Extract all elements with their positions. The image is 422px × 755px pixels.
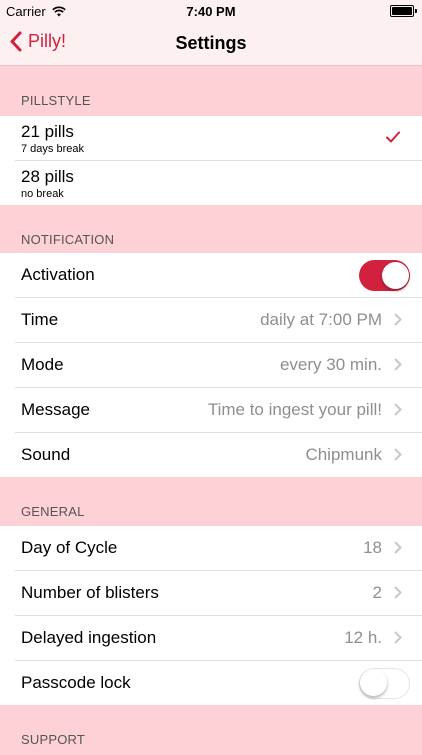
section-title: GENERAL xyxy=(21,504,85,519)
row-label: Delayed ingestion xyxy=(21,628,157,647)
chevron-right-icon xyxy=(394,541,402,554)
section-title: SUPPORT xyxy=(21,732,86,747)
section-header-support: SUPPORT xyxy=(0,705,422,755)
row-label: Time xyxy=(21,310,59,329)
option-sublabel: no break xyxy=(21,188,64,200)
chevron-right-icon xyxy=(394,448,402,461)
notification-group: Activation Time daily at 7:00 PM Mode ev… xyxy=(0,253,422,477)
chevron-right-icon xyxy=(394,586,402,599)
time-row[interactable]: Time daily at 7:00 PM xyxy=(15,298,422,343)
status-bar: Carrier 7:40 PM xyxy=(0,0,422,22)
status-time: 7:40 PM xyxy=(186,4,236,19)
navigation-bar: Pilly! Settings xyxy=(0,22,422,66)
chevron-right-icon xyxy=(394,358,402,371)
row-value: daily at 7:00 PM xyxy=(260,310,382,329)
row-label: Passcode lock xyxy=(21,673,131,692)
checkmark-icon xyxy=(386,131,400,143)
option-label: 28 pills xyxy=(21,167,74,186)
page-title: Settings xyxy=(175,33,247,53)
pillstyle-group: 21 pills 7 days break 28 pills no break xyxy=(0,116,422,205)
section-header-general: GENERAL xyxy=(0,477,422,527)
chevron-right-icon xyxy=(394,403,402,416)
section-title: NOTIFICATION xyxy=(21,232,115,247)
pillstyle-option-21[interactable]: 21 pills 7 days break xyxy=(15,116,422,161)
delayed-ingestion-row[interactable]: Delayed ingestion 12 h. xyxy=(15,616,422,661)
passcode-row: Passcode lock xyxy=(15,661,422,706)
row-label: Activation xyxy=(21,265,95,284)
sound-row[interactable]: Sound Chipmunk xyxy=(15,433,422,478)
option-label: 21 pills xyxy=(21,122,74,141)
blisters-row[interactable]: Number of blisters 2 xyxy=(15,571,422,616)
activation-row: Activation xyxy=(15,253,422,298)
option-sublabel: 7 days break xyxy=(21,143,84,155)
row-label: Sound xyxy=(21,445,71,464)
row-value: Time to ingest your pill! xyxy=(207,400,382,419)
section-header-pillstyle: PILLSTYLE xyxy=(0,66,422,116)
row-value: 12 h. xyxy=(344,628,382,647)
chevron-right-icon xyxy=(394,631,402,644)
day-of-cycle-row[interactable]: Day of Cycle 18 xyxy=(15,526,422,571)
row-label: Day of Cycle xyxy=(21,538,118,557)
row-value: every 30 min. xyxy=(279,355,382,374)
mode-row[interactable]: Mode every 30 min. xyxy=(15,343,422,388)
section-header-notification: NOTIFICATION xyxy=(0,205,422,255)
chevron-right-icon xyxy=(394,313,402,326)
message-row[interactable]: Message Time to ingest your pill! xyxy=(15,388,422,433)
section-title: PILLSTYLE xyxy=(21,93,91,108)
row-value: 18 xyxy=(363,538,382,557)
general-group: Day of Cycle 18 Number of blisters 2 Del… xyxy=(0,526,422,705)
row-label: Message xyxy=(21,400,90,419)
activation-toggle[interactable] xyxy=(359,260,410,291)
pillstyle-option-28[interactable]: 28 pills no break xyxy=(15,161,422,206)
row-value: Chipmunk xyxy=(305,445,382,464)
row-label: Mode xyxy=(21,355,64,374)
battery-icon xyxy=(390,5,417,17)
row-value: 2 xyxy=(372,583,382,602)
passcode-toggle[interactable] xyxy=(359,668,410,699)
row-label: Number of blisters xyxy=(21,583,159,602)
